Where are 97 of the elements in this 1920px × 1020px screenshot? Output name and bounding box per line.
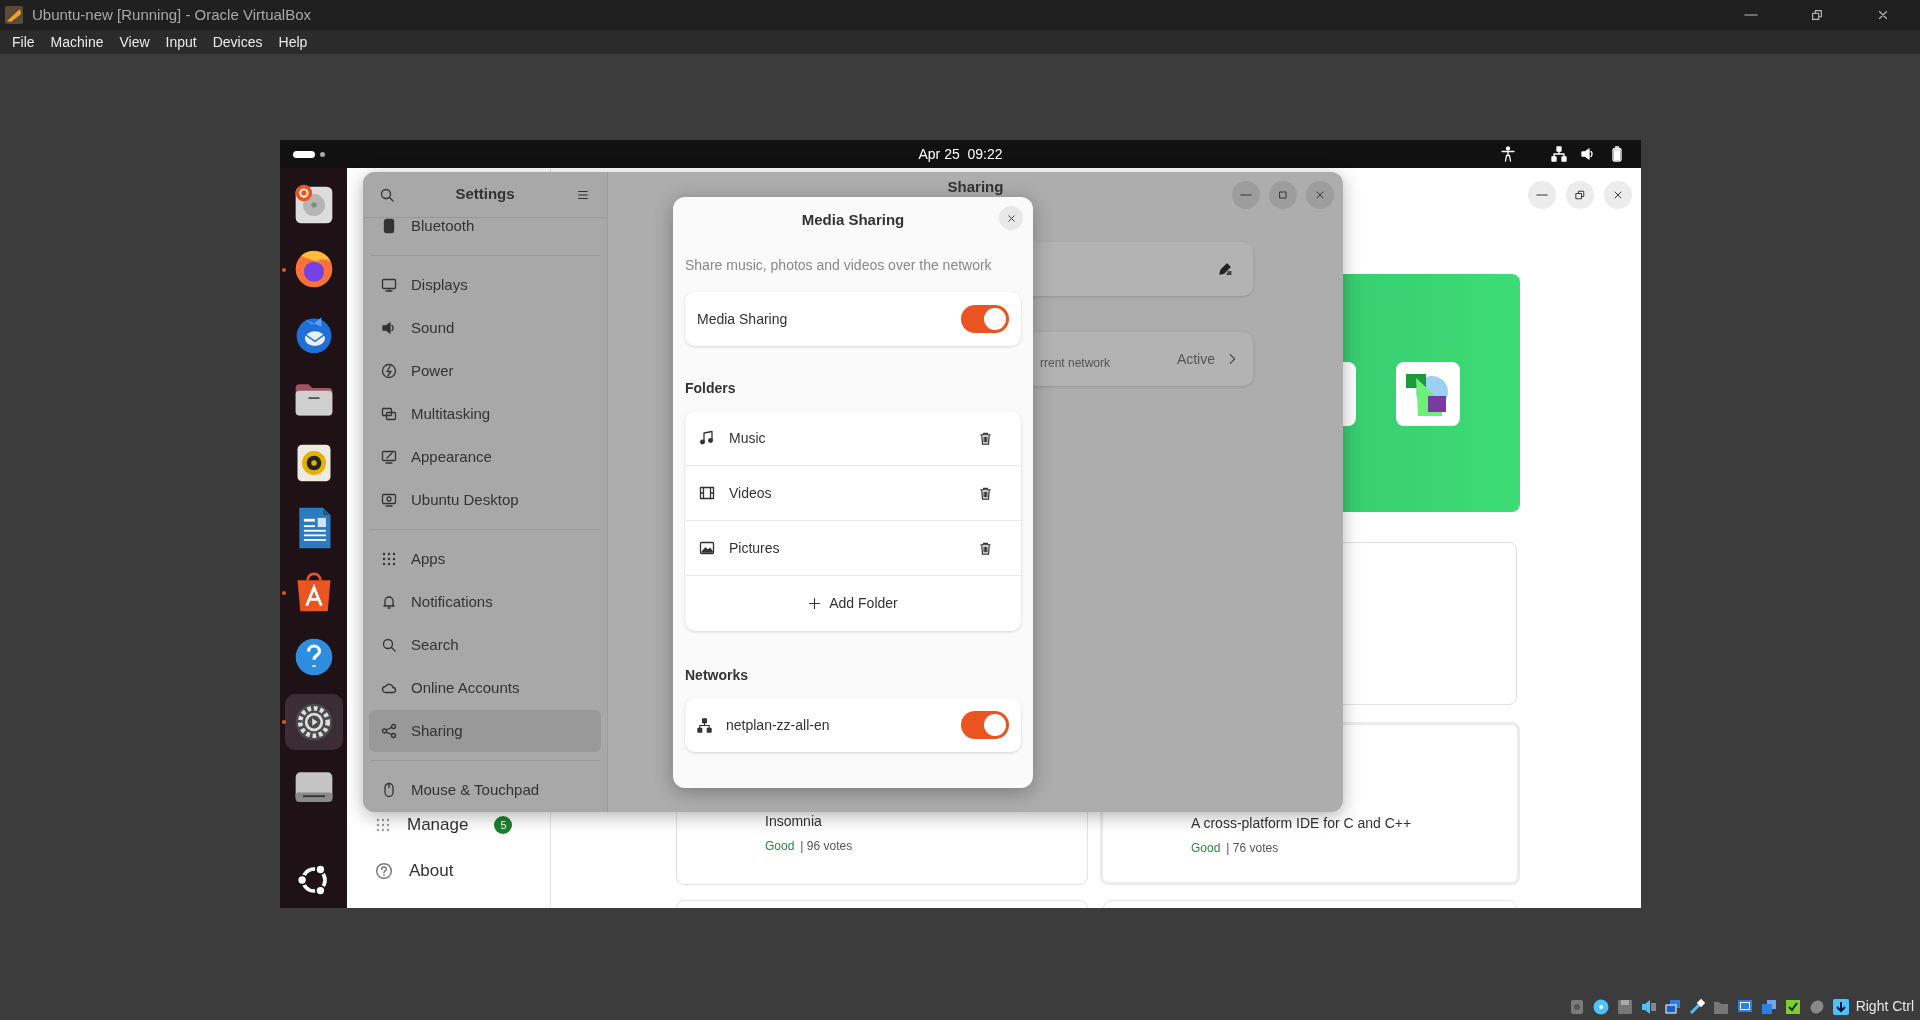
- sidebar-item[interactable]: Power: [369, 350, 601, 392]
- rating-label: Good: [765, 838, 795, 855]
- restore-icon: [1810, 8, 1824, 22]
- network-adapter-icon[interactable]: [1663, 997, 1682, 1016]
- app-description: Insomnia: [765, 812, 822, 831]
- trash-icon: [977, 485, 993, 501]
- close-icon: [1314, 189, 1326, 201]
- workspace-indicator[interactable]: [293, 149, 325, 159]
- folder-name: Videos: [729, 483, 773, 503]
- trash-icon: [977, 540, 993, 556]
- bluetooth-icon: [381, 218, 397, 234]
- menu-item[interactable]: Input: [157, 30, 205, 54]
- film-icon: [699, 485, 715, 501]
- close-button[interactable]: [999, 206, 1023, 230]
- battery-icon: [1609, 146, 1625, 162]
- add-folder-button[interactable]: Add Folder: [685, 576, 1021, 631]
- clock[interactable]: Apr 25 09:22: [918, 143, 1003, 165]
- page-title: Sharing: [947, 177, 1004, 197]
- screens-icon[interactable]: [1759, 997, 1778, 1016]
- sidebar-item[interactable]: Sharing: [369, 710, 601, 752]
- bell-icon: [381, 594, 397, 610]
- usb-icon[interactable]: [1687, 997, 1706, 1016]
- sidebar-item[interactable]: Displays: [369, 264, 601, 306]
- volume-icon: [1580, 146, 1596, 162]
- accessibility-icon: [1500, 146, 1516, 162]
- sidebar-item[interactable]: Search: [369, 624, 601, 666]
- row-subtitle: rrent network: [1040, 355, 1111, 372]
- mouse-icon: [381, 782, 397, 798]
- folder-name: Pictures: [729, 538, 781, 558]
- network-icon: [1551, 146, 1567, 162]
- host-key-label: Right Ctrl: [1855, 997, 1914, 1016]
- image-icon: [699, 540, 715, 556]
- vote-count: | 96 votes: [800, 838, 853, 855]
- share-icon: [381, 723, 397, 739]
- sidebar-item[interactable]: Online Accounts: [369, 667, 601, 709]
- pencil-icon: [1217, 261, 1233, 277]
- minimize-icon: [1240, 194, 1252, 196]
- network-icon: [697, 717, 712, 733]
- dock-item[interactable]: [284, 694, 343, 750]
- restore-icon: [1574, 189, 1586, 201]
- menu-item[interactable]: View: [111, 30, 158, 54]
- monitor-brush-icon: [381, 449, 397, 465]
- close-icon: [1005, 212, 1017, 224]
- sidebar-item[interactable]: Notifications: [369, 581, 601, 623]
- sidebar-item[interactable]: Bluetooth: [369, 218, 601, 247]
- minimize-icon: [1536, 194, 1548, 196]
- window-title: Ubuntu-new [Running] - Oracle VirtualBox: [32, 4, 312, 25]
- dialog-description: Share music, photos and videos over the network: [685, 256, 993, 275]
- processor-icon[interactable]: [1783, 997, 1802, 1016]
- grid-icon: [381, 551, 397, 567]
- menu-item[interactable]: Machine: [42, 30, 112, 54]
- section-heading: Networks: [685, 666, 750, 685]
- app-logo-icon: [4, 5, 24, 25]
- row-label: Media Sharing: [697, 309, 789, 329]
- sidebar-item[interactable]: Ubuntu Desktop: [369, 479, 601, 521]
- sidebar-item[interactable]: Sound: [369, 307, 601, 349]
- sidebar-item[interactable]: Mouse & Touchpad: [369, 769, 601, 811]
- grid-icon: [375, 816, 391, 833]
- audio-icon[interactable]: [1639, 997, 1658, 1016]
- windows-icon: [381, 406, 397, 422]
- section-heading: Folders: [685, 379, 737, 398]
- info-icon: [375, 861, 393, 880]
- search-icon: [379, 186, 395, 203]
- network-name: netplan-zz-all-en: [726, 715, 831, 735]
- dialog-title: Media Sharing: [801, 209, 905, 230]
- maximize-icon: [1277, 189, 1289, 201]
- sidebar-title: Settings: [454, 184, 516, 205]
- optical-disc-icon[interactable]: [1591, 997, 1610, 1016]
- minimize-button[interactable]: [1528, 181, 1556, 209]
- sidebar-item[interactable]: Appearance: [369, 436, 601, 478]
- folder-name: Music: [729, 428, 767, 448]
- rating-label: Good: [1191, 840, 1221, 857]
- toggle-switch[interactable]: [961, 305, 1009, 333]
- sidebar-item[interactable]: About: [409, 858, 454, 884]
- trash-icon: [977, 430, 993, 446]
- sidebar-item[interactable]: Manage: [407, 812, 469, 838]
- app-tile-icon: [1396, 362, 1460, 426]
- status-label: Active: [1176, 350, 1215, 369]
- display-icon: [381, 277, 397, 293]
- menu-item[interactable]: Devices: [204, 30, 271, 54]
- minimize-icon: [1744, 14, 1758, 16]
- search-icon: [381, 637, 397, 653]
- menu-item[interactable]: File: [4, 30, 43, 54]
- close-icon: [1612, 189, 1624, 201]
- vote-count: | 76 votes: [1226, 840, 1279, 857]
- menu-item[interactable]: Help: [270, 30, 316, 54]
- power-icon: [381, 363, 397, 379]
- speaker-icon: [381, 320, 397, 336]
- toggle-switch[interactable]: [961, 711, 1009, 739]
- sidebar-item[interactable]: Apps: [369, 538, 601, 580]
- restore-button[interactable]: [1566, 181, 1594, 209]
- sidebar-item[interactable]: Multitasking: [369, 393, 601, 435]
- close-icon: [1876, 8, 1890, 22]
- monitor-icon: [381, 492, 397, 508]
- music-note-icon: [699, 430, 715, 446]
- app-description: A cross-platform IDE for C and C++: [1191, 814, 1412, 833]
- plus-icon: [808, 597, 822, 610]
